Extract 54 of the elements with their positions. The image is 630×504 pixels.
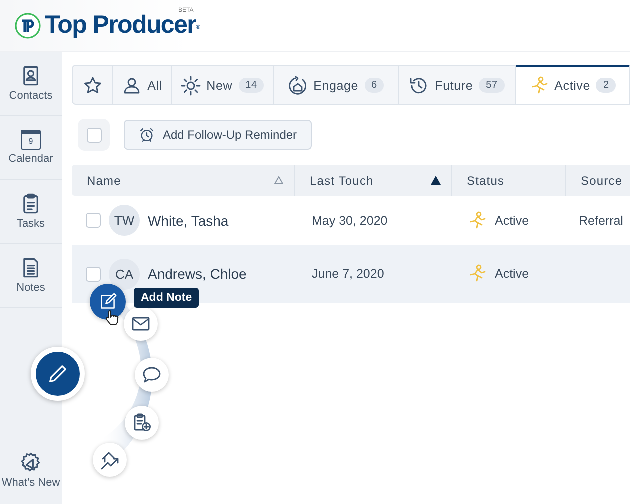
count-badge: 2	[596, 78, 616, 93]
contact-name[interactable]: Andrews, Chloe	[148, 266, 247, 282]
sidebar-item[interactable]: Notes	[0, 244, 62, 308]
logo-icon	[15, 12, 41, 38]
count-badge: 57	[479, 78, 505, 93]
whats-new-link[interactable]: What's New	[2, 477, 60, 489]
filter-tab[interactable]: Future 57	[399, 65, 516, 104]
house-cycle-icon	[288, 76, 308, 96]
status-label: Active	[495, 214, 530, 228]
brand-name: Top Producer	[45, 11, 196, 40]
add-reminder-button[interactable]: Add Follow-Up Reminder	[124, 120, 312, 150]
filter-tab[interactable]: All	[113, 65, 172, 104]
select-all-checkbox[interactable]	[78, 119, 110, 151]
sort-ascending-icon[interactable]	[431, 176, 441, 185]
filter-tab[interactable]: New 14	[172, 65, 274, 104]
last-touch-date: May 30, 2020	[312, 214, 388, 228]
pencil-icon	[47, 363, 69, 385]
sidebar-item[interactable]: Tasks	[0, 180, 62, 244]
contact-name[interactable]: White, Tasha	[148, 212, 229, 228]
avatar: CA	[109, 258, 140, 290]
column-header[interactable]: Source	[581, 174, 623, 188]
calendar-icon: 9	[21, 130, 41, 150]
row-checkbox[interactable]	[86, 213, 101, 228]
filter-tab[interactable]: Engage 6	[274, 65, 399, 104]
megaphone-icon	[20, 452, 42, 474]
sun-icon	[180, 76, 201, 96]
count-badge: 6	[364, 78, 384, 93]
count-badge: 14	[238, 78, 264, 93]
quick-action-button[interactable]	[135, 358, 169, 392]
column-header[interactable]: Last Touch	[310, 174, 374, 188]
filter-tab[interactable]: Active 2	[516, 65, 630, 104]
sidebar-item[interactable]: 9 Calendar	[0, 116, 62, 180]
edit-note-icon	[99, 293, 117, 311]
source-label: Referral	[579, 214, 624, 228]
status-label: Active	[495, 267, 530, 281]
tooltip: Add Note	[134, 288, 200, 308]
star-icon	[82, 76, 102, 96]
alarm-clock-icon	[139, 127, 155, 143]
avatar: TW	[109, 205, 140, 236]
quick-action-button[interactable]	[125, 406, 159, 440]
person-icon	[122, 76, 142, 96]
hand-cursor-icon	[105, 310, 119, 326]
history-clock-icon	[409, 76, 430, 96]
quick-action-button[interactable]	[124, 307, 158, 341]
speech-bubble-icon	[142, 365, 162, 385]
clipboard-add-icon	[132, 413, 152, 433]
last-touch-date: June 7, 2020	[312, 267, 384, 281]
sort-icon[interactable]	[274, 176, 284, 185]
row-checkbox[interactable]	[86, 266, 101, 282]
sidebar-item[interactable]: Contacts	[0, 52, 62, 116]
column-header[interactable]: Status	[467, 174, 505, 188]
quick-action-button[interactable]	[93, 443, 127, 477]
house-trend-icon	[100, 450, 120, 470]
column-header[interactable]: Name	[87, 174, 122, 188]
